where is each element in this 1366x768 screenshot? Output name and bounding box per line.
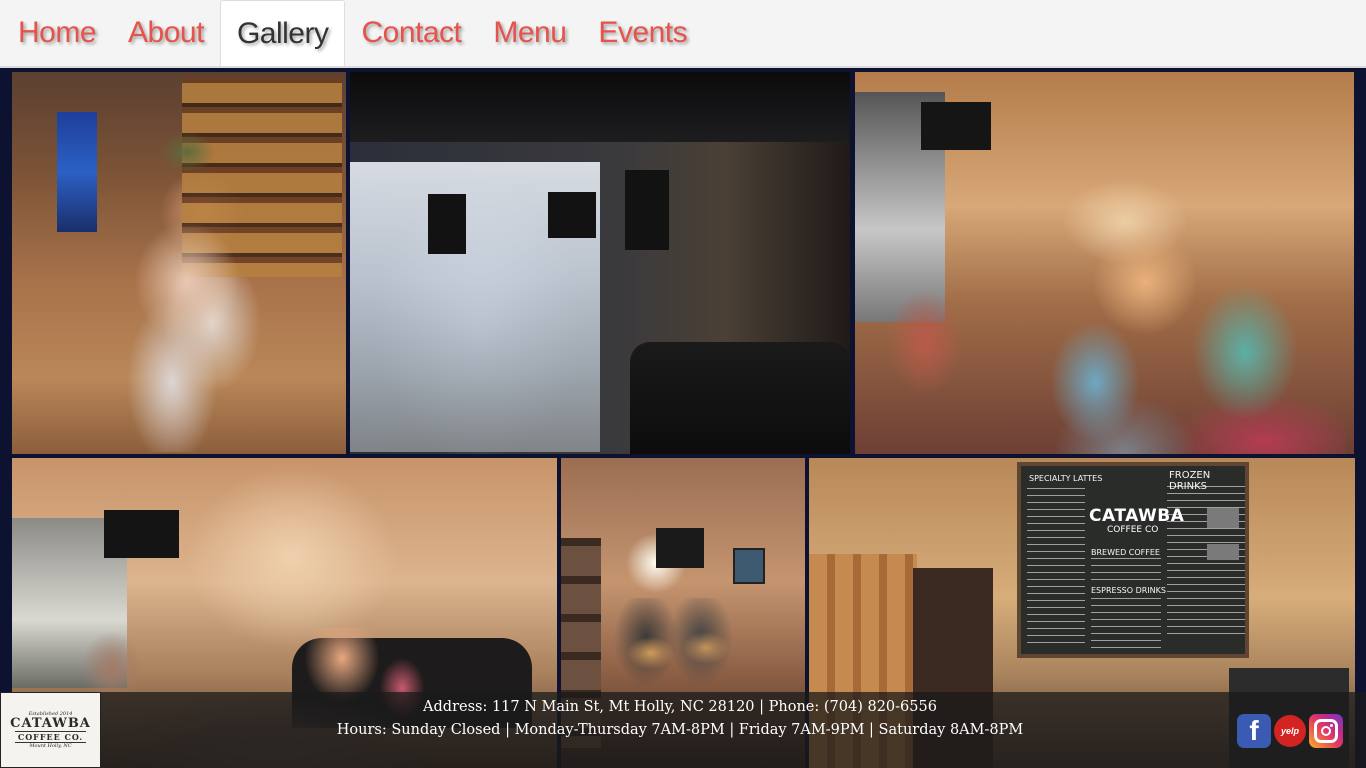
menu-scribble xyxy=(1091,598,1161,648)
yelp-icon[interactable]: yelp xyxy=(1273,714,1307,748)
logo-name: CATAWBA xyxy=(10,716,91,731)
photo-wall-picture xyxy=(733,548,765,584)
instagram-camera-icon xyxy=(1314,719,1338,743)
footer-info: Address: 117 N Main St, Mt Holly, NC 281… xyxy=(330,696,1030,742)
yelp-glyph: yelp xyxy=(1274,715,1306,747)
photo-couch xyxy=(630,342,850,454)
site-footer: Established 2014 CATAWBA COFFEE CO. Moun… xyxy=(0,692,1366,768)
gallery-photo-storytime[interactable] xyxy=(855,72,1354,454)
menu-heading-espresso: ESPRESSO DRINKS xyxy=(1091,586,1166,595)
nav-contact[interactable]: Contact xyxy=(345,0,477,66)
photo-speaker xyxy=(548,192,596,238)
main-nav: Home About Gallery Contact Menu Events xyxy=(0,0,1366,68)
footer-hours: Hours: Sunday Closed | Monday-Thursday 7… xyxy=(336,722,1024,738)
photo-tv xyxy=(104,510,179,558)
photo-tv xyxy=(656,528,704,568)
social-links: f yelp xyxy=(1237,714,1343,748)
gallery-photo-guitarist[interactable] xyxy=(12,72,346,454)
gallery-photo-band[interactable] xyxy=(350,72,850,454)
photo-fridge xyxy=(57,112,97,232)
nav-home[interactable]: Home xyxy=(2,0,112,66)
logo-sub: COFFEE CO. xyxy=(14,731,87,743)
facebook-icon[interactable]: f xyxy=(1237,714,1271,748)
catawba-logo[interactable]: Established 2014 CATAWBA COFFEE CO. Moun… xyxy=(0,692,101,768)
menu-brand-sub: COFFEE CO xyxy=(1107,525,1159,535)
photo-person xyxy=(112,132,252,452)
photo-speaker xyxy=(625,170,669,250)
nav-about[interactable]: About xyxy=(112,0,220,66)
menu-heading-brewed: BREWED COFFEE xyxy=(1091,548,1160,557)
photo-crowd xyxy=(865,222,1345,454)
chalkboard-menu: SPECIALTY LATTES FROZEN DRINKS CATAWBA C… xyxy=(1017,462,1249,658)
menu-scribble xyxy=(1027,488,1085,648)
menu-patch xyxy=(1207,544,1239,560)
instagram-icon[interactable] xyxy=(1309,714,1343,748)
footer-address: Address: 117 N Main St, Mt Holly, NC 281… xyxy=(423,699,937,715)
logo-city: Mount Holly, NC xyxy=(29,743,72,749)
photo-tv xyxy=(921,102,991,150)
menu-scribble xyxy=(1091,558,1161,582)
nav-events[interactable]: Events xyxy=(582,0,703,66)
nav-menu[interactable]: Menu xyxy=(477,0,582,66)
photo-ceiling xyxy=(350,72,850,142)
photo-speaker xyxy=(428,194,466,254)
menu-heading-specialty: SPECIALTY LATTES xyxy=(1029,474,1103,483)
nav-gallery[interactable]: Gallery xyxy=(219,0,346,66)
menu-patch xyxy=(1207,508,1239,528)
facebook-glyph: f xyxy=(1249,715,1259,746)
